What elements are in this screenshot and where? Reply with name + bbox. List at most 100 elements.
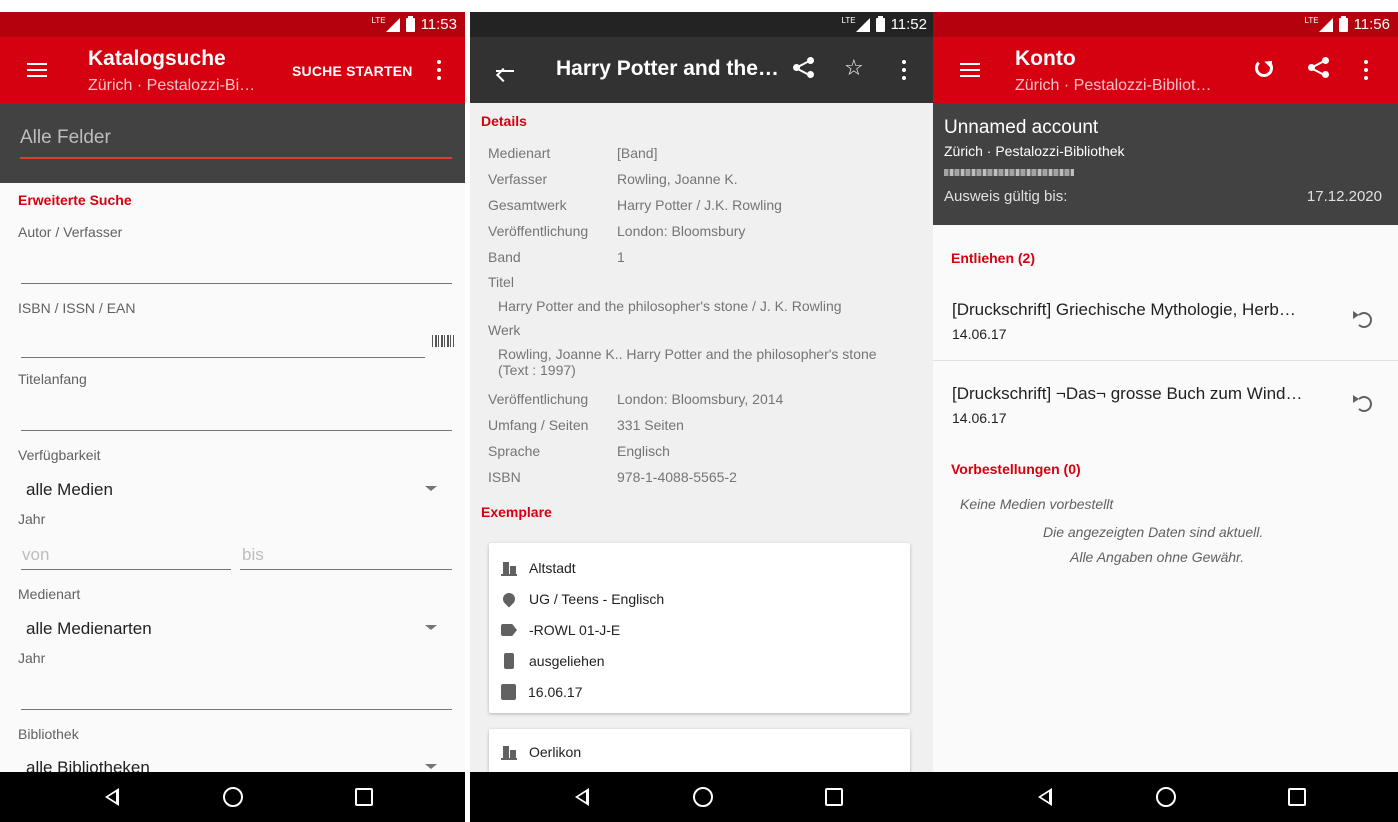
location-pin-icon — [500, 590, 518, 608]
chevron-down-icon[interactable] — [425, 486, 437, 491]
card-number-redacted — [944, 169, 1074, 176]
copy-card[interactable]: Altstadt UG / Teens - Englisch -ROWL 01-… — [489, 543, 910, 713]
isbn-label: ISBN / ISSN / EAN — [18, 300, 136, 316]
nav-home-icon[interactable] — [693, 787, 713, 807]
year2-label: Jahr — [18, 650, 46, 666]
title-start-field[interactable] — [21, 430, 452, 431]
clipboard-return-icon — [501, 684, 516, 700]
lent-item-title: [Druckschrift] ¬Das¬ grosse Buch zum Win… — [952, 384, 1303, 403]
year2-field[interactable] — [21, 709, 452, 710]
detail-value: 1 — [617, 249, 625, 265]
nav-back-icon[interactable] — [575, 788, 589, 806]
all-fields-input[interactable]: Alle Felder — [20, 127, 452, 159]
detail-value: Rowling, Joanne K. — [617, 171, 738, 187]
page-subtitle: Zürich · Pestalozzi-Bi… — [88, 77, 256, 94]
more-vert-icon[interactable] — [437, 60, 441, 80]
nav-bar — [933, 772, 1398, 822]
author-label: Autor / Verfasser — [18, 224, 123, 240]
list-item[interactable]: [Druckschrift] Griechische Mythologie, H… — [933, 286, 1398, 358]
library-label: Bibliothek — [18, 726, 79, 742]
detail-title: Harry Potter and the… — [556, 57, 779, 80]
nav-recents-icon[interactable] — [1288, 788, 1306, 806]
lte-indicator: LTE — [1304, 16, 1319, 25]
renew-icon[interactable] — [1353, 395, 1372, 412]
traffic-light-icon — [504, 653, 514, 669]
share-icon[interactable] — [793, 57, 815, 79]
chevron-down-icon[interactable] — [425, 625, 437, 630]
page-title: Katalogsuche — [88, 47, 226, 70]
more-vert-icon[interactable] — [1364, 60, 1368, 80]
battery-icon — [875, 15, 885, 32]
nav-bar — [0, 772, 465, 822]
copies-section-title: Exemplare — [481, 504, 552, 520]
nav-home-icon[interactable] — [1156, 787, 1176, 807]
detail-label: Veröffentlichung — [488, 223, 589, 239]
media-type-select[interactable]: alle Medienarten — [26, 619, 152, 639]
detail-screen: LTE 11:52 Harry Potter and the… ☆ Detail… — [470, 12, 935, 822]
nav-back-icon[interactable] — [1038, 788, 1052, 806]
detail-label: Sprache — [488, 443, 541, 459]
media-type-label: Medienart — [18, 586, 81, 602]
disclaimer-line-2: Alle Angaben ohne Gewähr. — [1070, 549, 1245, 565]
nav-back-icon[interactable] — [105, 788, 119, 806]
start-search-button[interactable]: SUCHE STARTEN — [292, 63, 413, 79]
werk-value: Rowling, Joanne K.. Harry Potter and the… — [498, 346, 877, 378]
status-bar: LTE 11:56 — [933, 12, 1398, 37]
availability-select[interactable]: alle Medien — [26, 480, 113, 500]
toolbar: Harry Potter and the… ☆ — [470, 37, 935, 103]
more-vert-icon[interactable] — [902, 60, 906, 80]
back-arrow-icon[interactable] — [496, 70, 514, 72]
lent-item-title: [Druckschrift] Griechische Mythologie, H… — [952, 300, 1296, 319]
detail-value: 978-1-4088-5565-2 — [617, 469, 737, 485]
barcode-scan-icon[interactable] — [432, 335, 454, 347]
nav-recents-icon[interactable] — [825, 788, 843, 806]
detail-label: Medienart — [488, 145, 551, 161]
lte-indicator: LTE — [371, 16, 386, 25]
signal-icon — [385, 17, 400, 32]
nav-home-icon[interactable] — [223, 787, 243, 807]
lent-section-title: Entliehen (2) — [951, 250, 1036, 266]
building-icon — [501, 560, 517, 576]
titel-value: Harry Potter and the philosopher's stone… — [498, 298, 842, 314]
author-field[interactable] — [21, 283, 452, 284]
advanced-search-title: Erweiterte Suche — [18, 192, 132, 208]
detail-label: Band — [488, 249, 521, 265]
star-icon[interactable]: ☆ — [844, 55, 864, 81]
account-screen: LTE 11:56 Konto Zürich · Pestalozzi-Bibl… — [933, 12, 1398, 822]
share-icon[interactable] — [1308, 57, 1330, 79]
status-bar: LTE 11:53 — [0, 12, 465, 37]
menu-icon[interactable] — [960, 63, 980, 77]
detail-value: London: Bloomsbury — [617, 223, 746, 239]
year-from-input[interactable]: von — [22, 545, 49, 565]
page-title: Konto — [1015, 47, 1076, 70]
detail-label: Veröffentlichung — [488, 391, 589, 407]
menu-icon[interactable] — [27, 63, 47, 77]
status-time: 11:53 — [420, 16, 457, 33]
detail-label: ISBN — [488, 469, 521, 485]
signal-icon — [1318, 17, 1333, 32]
status-time: 11:56 — [1353, 16, 1390, 33]
copy-location: UG / Teens - Englisch — [529, 591, 665, 607]
status-bar: LTE 11:52 — [470, 12, 935, 37]
nav-recents-icon[interactable] — [355, 788, 373, 806]
list-item[interactable]: [Druckschrift] ¬Das¬ grosse Buch zum Win… — [933, 368, 1398, 440]
refresh-icon[interactable] — [1255, 59, 1273, 77]
detail-label: Verfasser — [488, 171, 548, 187]
detail-value: Harry Potter / J.K. Rowling — [617, 197, 782, 213]
year-label: Jahr — [18, 511, 46, 527]
lte-indicator: LTE — [841, 16, 856, 25]
year-to-input[interactable]: bis — [242, 545, 264, 565]
copy-shelfmark: -ROWL 01-J-E — [529, 622, 621, 638]
card-valid-date: 17.12.2020 — [1306, 188, 1382, 205]
renew-icon[interactable] — [1353, 311, 1372, 328]
signal-icon — [855, 17, 870, 32]
isbn-field[interactable] — [21, 357, 425, 358]
chevron-down-icon[interactable] — [425, 764, 437, 769]
lent-item-date: 14.06.17 — [952, 410, 1007, 426]
page-subtitle: Zürich · Pestalozzi-Bibliot… — [1015, 77, 1212, 94]
detail-content: Details Medienart [Band] Verfasser Rowli… — [470, 103, 935, 789]
account-header: Unnamed account Zürich · Pestalozzi-Bibl… — [933, 103, 1398, 225]
copy-branch: Altstadt — [529, 560, 576, 576]
account-library: Zürich · Pestalozzi-Bibliothek — [944, 143, 1125, 159]
lent-item-date: 14.06.17 — [952, 326, 1007, 342]
